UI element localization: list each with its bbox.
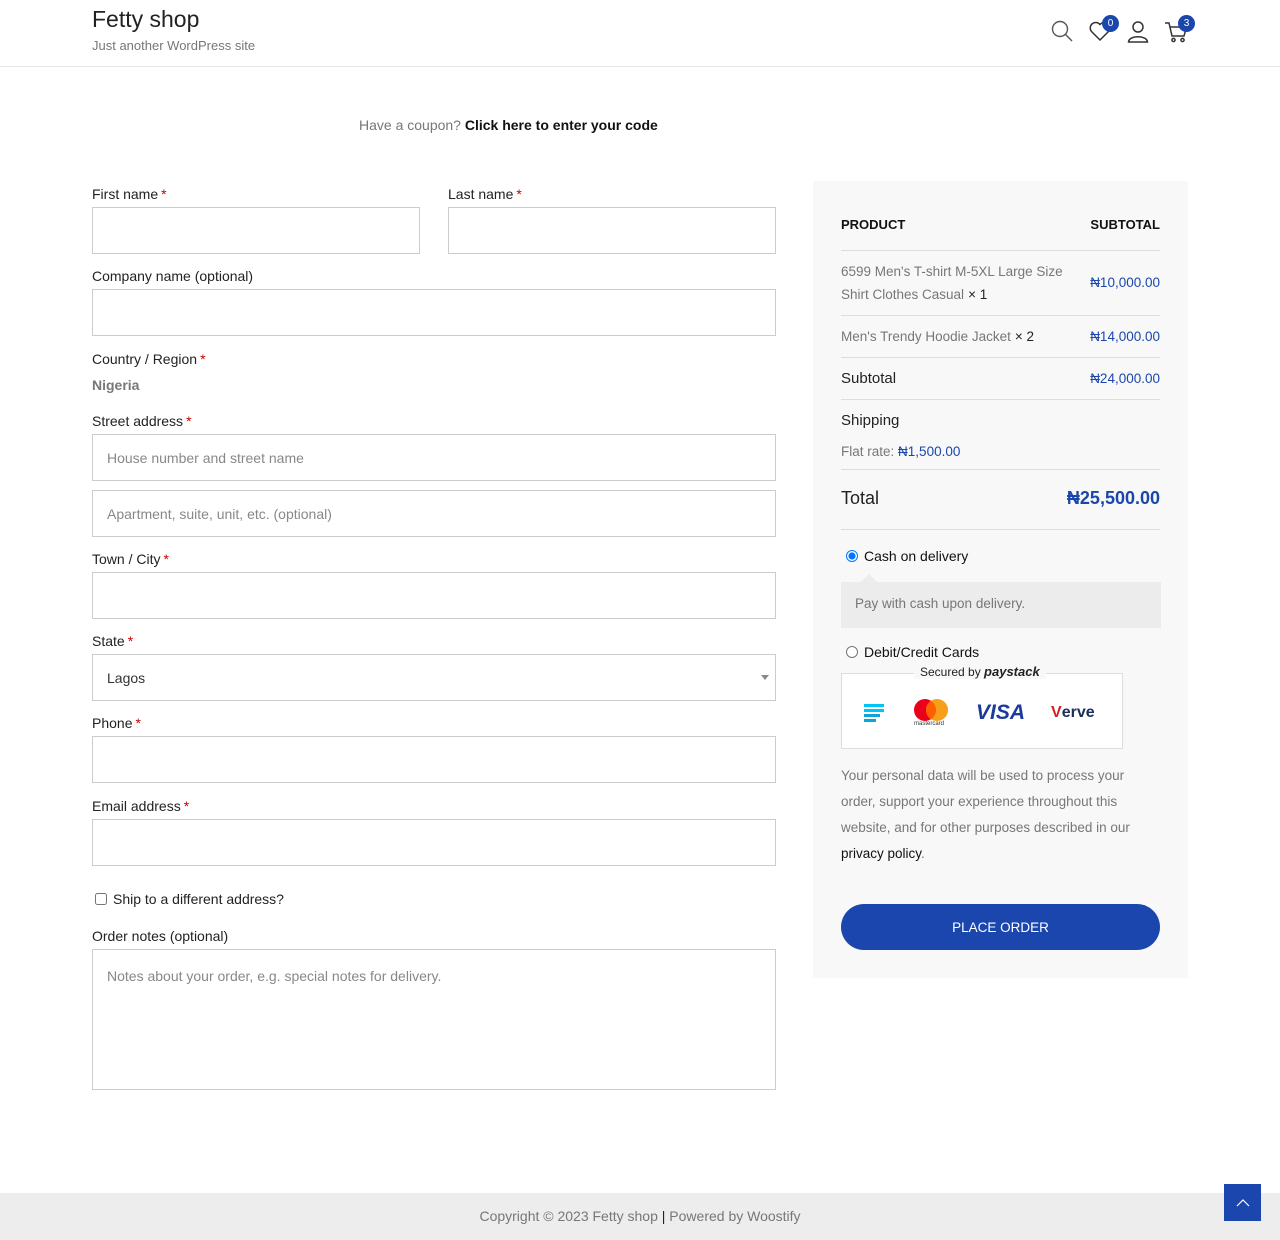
state-select[interactable]: Lagos bbox=[92, 654, 776, 701]
site-title[interactable]: Fetty shop bbox=[92, 6, 199, 33]
order-item-name: 6599 Men's T-shirt M-5XL Large Size Shir… bbox=[841, 264, 1063, 302]
subtotal-value: ₦24,000.00 bbox=[1090, 371, 1160, 386]
phone-label: Phone * bbox=[92, 715, 141, 731]
state-value: Lagos bbox=[107, 670, 146, 686]
footer-separator: | bbox=[661, 1208, 666, 1224]
card-label: Debit/Credit Cards bbox=[864, 644, 980, 660]
divider bbox=[841, 469, 1160, 470]
divider bbox=[841, 399, 1160, 400]
order-notes-textarea[interactable] bbox=[92, 949, 776, 1090]
scroll-to-top-button[interactable] bbox=[1224, 1184, 1261, 1221]
order-item-price: ₦10,000.00 bbox=[1090, 275, 1160, 290]
last-name-label: Last name * bbox=[448, 186, 522, 202]
city-label: Town / City * bbox=[92, 551, 169, 567]
place-order-button[interactable]: Place order bbox=[841, 904, 1160, 950]
phone-input[interactable] bbox=[92, 736, 776, 783]
first-name-label: First name * bbox=[92, 186, 167, 202]
paystack-logo: paystack bbox=[984, 664, 1040, 679]
state-label: State * bbox=[92, 633, 134, 649]
verve-logo: Verve bbox=[1051, 704, 1095, 721]
coupon-prompt: Have a coupon? bbox=[359, 117, 461, 133]
cod-description: Pay with cash upon delivery. bbox=[841, 574, 1161, 628]
street-label: Street address * bbox=[92, 413, 192, 429]
total-value: ₦25,500.00 bbox=[1066, 488, 1160, 508]
visa-logo: VISA bbox=[976, 701, 1026, 724]
order-item: 6599 Men's T-shirt M-5XL Large Size Shir… bbox=[841, 260, 1081, 306]
first-name-input[interactable] bbox=[92, 207, 420, 254]
order-item-price: ₦14,000.00 bbox=[1090, 329, 1160, 344]
cod-label: Cash on delivery bbox=[864, 548, 969, 564]
ship-different-option[interactable]: Ship to a different address? bbox=[95, 891, 284, 907]
order-item-qty: × 1 bbox=[968, 287, 988, 302]
total-label: Total bbox=[841, 488, 880, 508]
coupon-notice: Have a coupon? Click here to enter your … bbox=[359, 117, 658, 133]
subtotal-column-header: Subtotal bbox=[1090, 217, 1160, 232]
order-item-qty: × 2 bbox=[1014, 329, 1035, 344]
card-radio[interactable] bbox=[846, 646, 858, 658]
email-input[interactable] bbox=[92, 819, 776, 866]
card-logos: mastercard VISA Verve bbox=[862, 698, 1095, 728]
payment-option-cod[interactable]: Cash on delivery bbox=[846, 548, 968, 564]
chevron-up-icon bbox=[1236, 1198, 1249, 1206]
country-label: Country / Region * bbox=[92, 351, 206, 367]
secured-by-text: Secured by bbox=[920, 665, 981, 679]
privacy-notice: Your personal data will be used to proce… bbox=[841, 768, 1130, 861]
site-tagline: Just another WordPress site bbox=[92, 38, 256, 53]
company-label: Company name (optional) bbox=[92, 268, 254, 284]
cart-icon[interactable]: 3 bbox=[1164, 15, 1195, 46]
flat-rate: Flat rate: ₦1,500.00 bbox=[841, 444, 960, 459]
city-input[interactable] bbox=[92, 572, 776, 619]
privacy-text: Your personal data will be used to proce… bbox=[841, 768, 1130, 835]
divider bbox=[841, 357, 1160, 358]
country-value: Nigeria bbox=[92, 377, 140, 393]
order-notes-label: Order notes (optional) bbox=[92, 928, 229, 944]
wishlist-count-badge: 0 bbox=[1102, 15, 1119, 32]
flat-rate-label: Flat rate: bbox=[841, 444, 895, 459]
product-column-header: Product bbox=[841, 217, 906, 232]
secured-by-paystack: Secured by paystack bbox=[914, 664, 1046, 679]
account-user-icon[interactable] bbox=[1126, 16, 1150, 46]
order-item-name: Men's Trendy Hoodie Jacket bbox=[841, 329, 1011, 344]
cod-radio[interactable] bbox=[846, 550, 858, 562]
divider bbox=[841, 529, 1160, 530]
mastercard-logo: mastercard bbox=[912, 698, 950, 728]
order-table-header: Product Subtotal bbox=[841, 217, 1160, 232]
subtotal-label: Subtotal bbox=[841, 370, 897, 387]
payment-option-card[interactable]: Debit/Credit Cards bbox=[846, 644, 979, 660]
coupon-link[interactable]: Click here to enter your code bbox=[465, 117, 658, 133]
privacy-policy-link[interactable]: privacy policy bbox=[841, 846, 921, 861]
divider bbox=[841, 315, 1160, 316]
wishlist-heart-icon[interactable]: 0 bbox=[1088, 15, 1119, 46]
street-input[interactable] bbox=[92, 434, 776, 481]
shipping-label: Shipping bbox=[841, 412, 900, 429]
ship-different-label: Ship to a different address? bbox=[113, 891, 284, 907]
search-icon[interactable] bbox=[1050, 16, 1074, 46]
paystack-stripes-icon bbox=[864, 704, 884, 722]
order-review-panel: Product Subtotal 6599 Men's T-shirt M-5X… bbox=[813, 181, 1188, 978]
ship-different-checkbox[interactable] bbox=[95, 893, 107, 905]
paystack-logos-box: Secured by paystack mastercard VISA Verv… bbox=[841, 664, 1123, 749]
site-footer: Copyright © 2023 Fetty shop | Powered by… bbox=[0, 1193, 1280, 1240]
mastercard-text: mastercard bbox=[914, 721, 945, 727]
flat-rate-value: ₦1,500.00 bbox=[898, 444, 961, 459]
last-name-input[interactable] bbox=[448, 207, 776, 254]
apartment-input[interactable] bbox=[92, 490, 776, 537]
dropdown-arrow-icon bbox=[761, 675, 769, 680]
header-icons: 0 3 bbox=[1050, 15, 1195, 46]
mastercard-circles-icon bbox=[914, 699, 948, 721]
email-label: Email address * bbox=[92, 798, 190, 814]
site-header: Fetty shop Just another WordPress site 0… bbox=[0, 0, 1280, 67]
company-input[interactable] bbox=[92, 289, 776, 336]
copyright-text: Copyright © 2023 Fetty shop bbox=[479, 1208, 658, 1224]
powered-by-text: Powered by Woostify bbox=[669, 1208, 801, 1224]
divider bbox=[841, 250, 1160, 251]
cart-count-badge: 3 bbox=[1178, 15, 1195, 32]
